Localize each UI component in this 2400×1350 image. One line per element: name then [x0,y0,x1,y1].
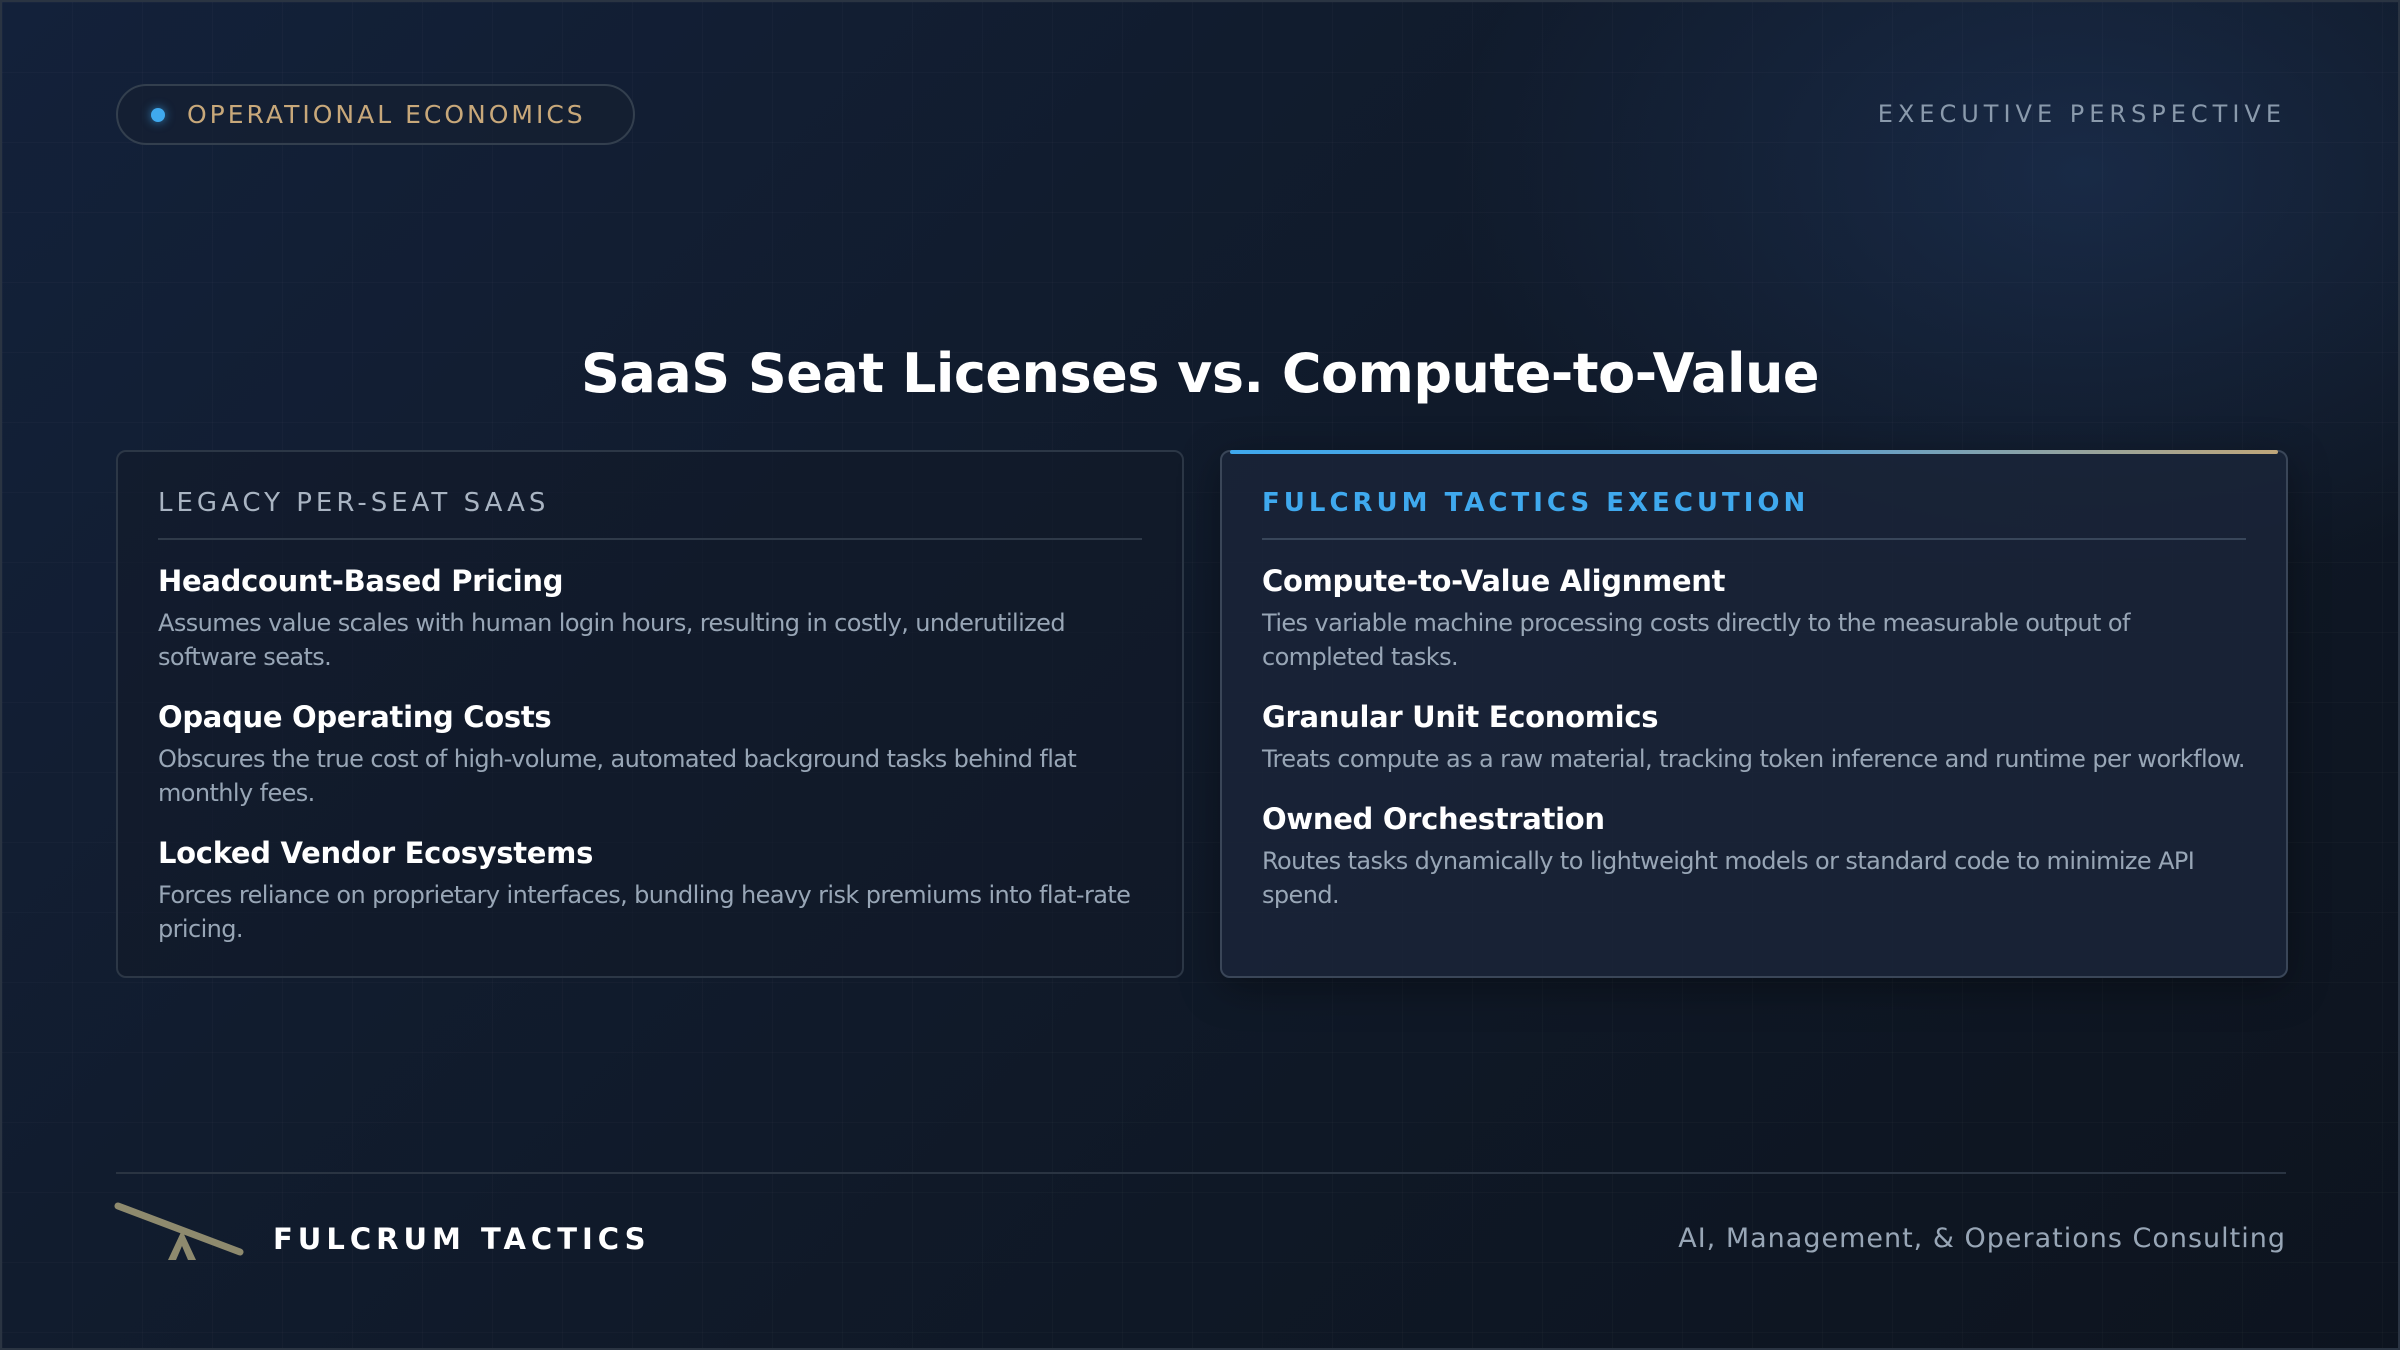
fulcrum-item: Compute-to-Value Alignment Ties variable… [1262,564,2246,674]
category-pill: OPERATIONAL ECONOMICS [116,84,635,145]
brand-name: FULCRUM TACTICS [273,1222,651,1256]
slide: OPERATIONAL ECONOMICS EXECUTIVE PERSPECT… [0,0,2400,1350]
brand-tagline: AI, Management, & Operations Consulting [1678,1223,2286,1254]
fulcrum-item: Owned Orchestration Routes tasks dynamic… [1262,802,2246,912]
fulcrum-item-title: Granular Unit Economics [1262,700,1659,734]
fulcrum-seesaw-icon [114,1202,244,1260]
fulcrum-item-description: Treats compute as a raw material, tracki… [1262,745,2246,773]
fulcrum-item: Granular Unit Economics Treats compute a… [1262,700,2246,776]
legacy-item-description: Obscures the true cost of high-volume, a… [158,745,1077,807]
legacy-item-title: Opaque Operating Costs [158,700,552,734]
legacy-item: Locked Vendor Ecosystems Forces reliance… [158,836,1142,946]
perspective-label: EXECUTIVE PERSPECTIVE [1877,100,2286,128]
fulcrum-card-heading: FULCRUM TACTICS EXECUTION [1262,488,2246,540]
legacy-item-title: Headcount-Based Pricing [158,564,564,598]
fulcrum-item-title: Compute-to-Value Alignment [1262,564,1726,598]
status-dot-icon [151,107,165,122]
fulcrum-item-title: Owned Orchestration [1262,802,1605,836]
legacy-item: Opaque Operating Costs Obscures the true… [158,700,1142,810]
category-label: OPERATIONAL ECONOMICS [187,100,586,129]
fulcrum-card: FULCRUM TACTICS EXECUTION Compute-to-Val… [1220,450,2288,978]
legacy-item-description: Assumes value scales with human login ho… [158,609,1066,671]
fulcrum-item-description: Ties variable machine processing costs d… [1262,609,2130,671]
legacy-item-title: Locked Vendor Ecosystems [158,836,594,870]
legacy-item-description: Forces reliance on proprietary interface… [158,881,1131,943]
legacy-item: Headcount-Based Pricing Assumes value sc… [158,564,1142,674]
slide-title: SaaS Seat Licenses vs. Compute-to-Value [580,342,1820,405]
legacy-card-heading: LEGACY PER-SEAT SAAS [158,488,1142,540]
fulcrum-item-description: Routes tasks dynamically to lightweight … [1262,847,2195,909]
legacy-card: LEGACY PER-SEAT SAAS Headcount-Based Pri… [116,450,1184,978]
footer-divider [116,1172,2286,1174]
